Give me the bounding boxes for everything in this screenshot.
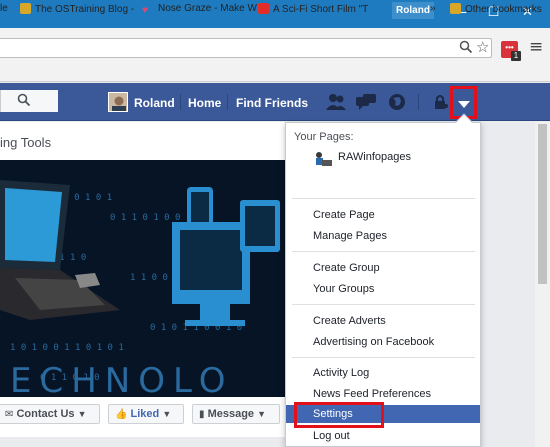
menu-item-create-group[interactable]: Create Group xyxy=(286,259,480,277)
menu-divider xyxy=(292,251,475,252)
chrome-menu-icon[interactable]: ≡ xyxy=(529,37,543,57)
lock-icon[interactable] xyxy=(433,94,449,113)
star-icon[interactable]: ☆ xyxy=(476,38,489,56)
bookmark-item[interactable]: A Sci-Fi Short Film "T xyxy=(258,3,368,15)
zoom-icon[interactable] xyxy=(459,40,473,58)
menu-item-create-adverts[interactable]: Create Adverts xyxy=(286,312,480,330)
scrollbar-thumb[interactable] xyxy=(538,124,547,284)
chevron-down-icon: ▼ xyxy=(77,409,87,419)
nav-divider xyxy=(418,94,419,110)
folder-icon xyxy=(450,3,461,14)
messages-icon[interactable] xyxy=(356,93,376,114)
nav-profile-name[interactable]: Roland xyxy=(134,96,175,110)
menu-item-news-feed-preferences[interactable]: News Feed Preferences xyxy=(286,385,480,403)
nav-find-friends[interactable]: Find Friends xyxy=(236,96,308,110)
profile-badge[interactable]: Roland xyxy=(392,2,434,19)
thumbs-up-icon: 👍 xyxy=(115,409,128,420)
search-button[interactable] xyxy=(0,90,58,112)
heart-icon: ♥ xyxy=(142,5,148,16)
svg-text:1 0 1 0 0 1 1 0 1 0 1: 1 0 1 0 0 1 1 0 1 0 1 xyxy=(10,343,124,353)
menu-item-activity-log[interactable]: Activity Log xyxy=(286,364,480,382)
message-button[interactable]: ▮ Message ▼ xyxy=(192,404,280,424)
search-icon xyxy=(17,93,31,110)
bookmark-item[interactable]: ♥ Nose Graze - Make W xyxy=(142,3,257,16)
highlight-box-settings xyxy=(294,402,384,428)
menu-item-advertising-on-facebook[interactable]: Advertising on Facebook xyxy=(286,333,480,351)
extension-badge: 1 xyxy=(511,51,521,61)
folder-icon xyxy=(20,3,31,14)
page-tools-label: ing Tools xyxy=(0,135,52,150)
bookmark-item-other[interactable]: Other bookmarks xyxy=(450,3,542,15)
menu-item-log-out[interactable]: Log out xyxy=(286,427,480,445)
avatar[interactable] xyxy=(108,92,128,112)
youtube-icon xyxy=(258,3,269,14)
envelope-icon: ✉ xyxy=(5,409,14,420)
bookmarks-bar xyxy=(0,62,550,82)
bookmark-item[interactable]: le xyxy=(0,3,8,14)
address-bar[interactable] xyxy=(0,38,492,58)
page-thumbnail-icon[interactable] xyxy=(313,150,333,168)
page-link-rawinfopages[interactable]: RAWinfopages xyxy=(338,151,411,163)
cover-photo: 1 0 1 1 0 0 1 0 1 0 1 1 0 1 0 0 1 1 0 1 … xyxy=(0,160,285,397)
svg-text:ECHNOLO: ECHNOLO xyxy=(10,361,233,397)
notifications-globe-icon[interactable] xyxy=(388,93,406,114)
menu-item-your-groups[interactable]: Your Groups xyxy=(286,280,480,298)
chevron-down-icon: ▼ xyxy=(162,409,172,419)
nav-divider xyxy=(227,94,228,110)
nav-divider xyxy=(180,94,181,110)
contact-us-button[interactable]: ✉ Contact Us ▼ xyxy=(0,404,100,424)
menu-divider xyxy=(292,357,475,358)
bookmark-item[interactable]: The OSTraining Blog - xyxy=(20,3,134,15)
friend-requests-icon[interactable] xyxy=(326,93,346,114)
nav-home[interactable]: Home xyxy=(188,96,221,110)
menu-item-create-page[interactable]: Create Page xyxy=(286,206,480,224)
message-icon: ▮ xyxy=(199,409,205,420)
your-pages-title: Your Pages: xyxy=(294,131,354,143)
liked-button[interactable]: 👍 Liked ▼ xyxy=(108,404,184,424)
bookmarks-overflow-chevron[interactable]: » xyxy=(430,3,436,14)
menu-divider xyxy=(292,198,475,199)
menu-divider xyxy=(292,304,475,305)
menu-item-manage-pages[interactable]: Manage Pages xyxy=(286,227,480,245)
chevron-down-icon: ▼ xyxy=(257,409,267,419)
